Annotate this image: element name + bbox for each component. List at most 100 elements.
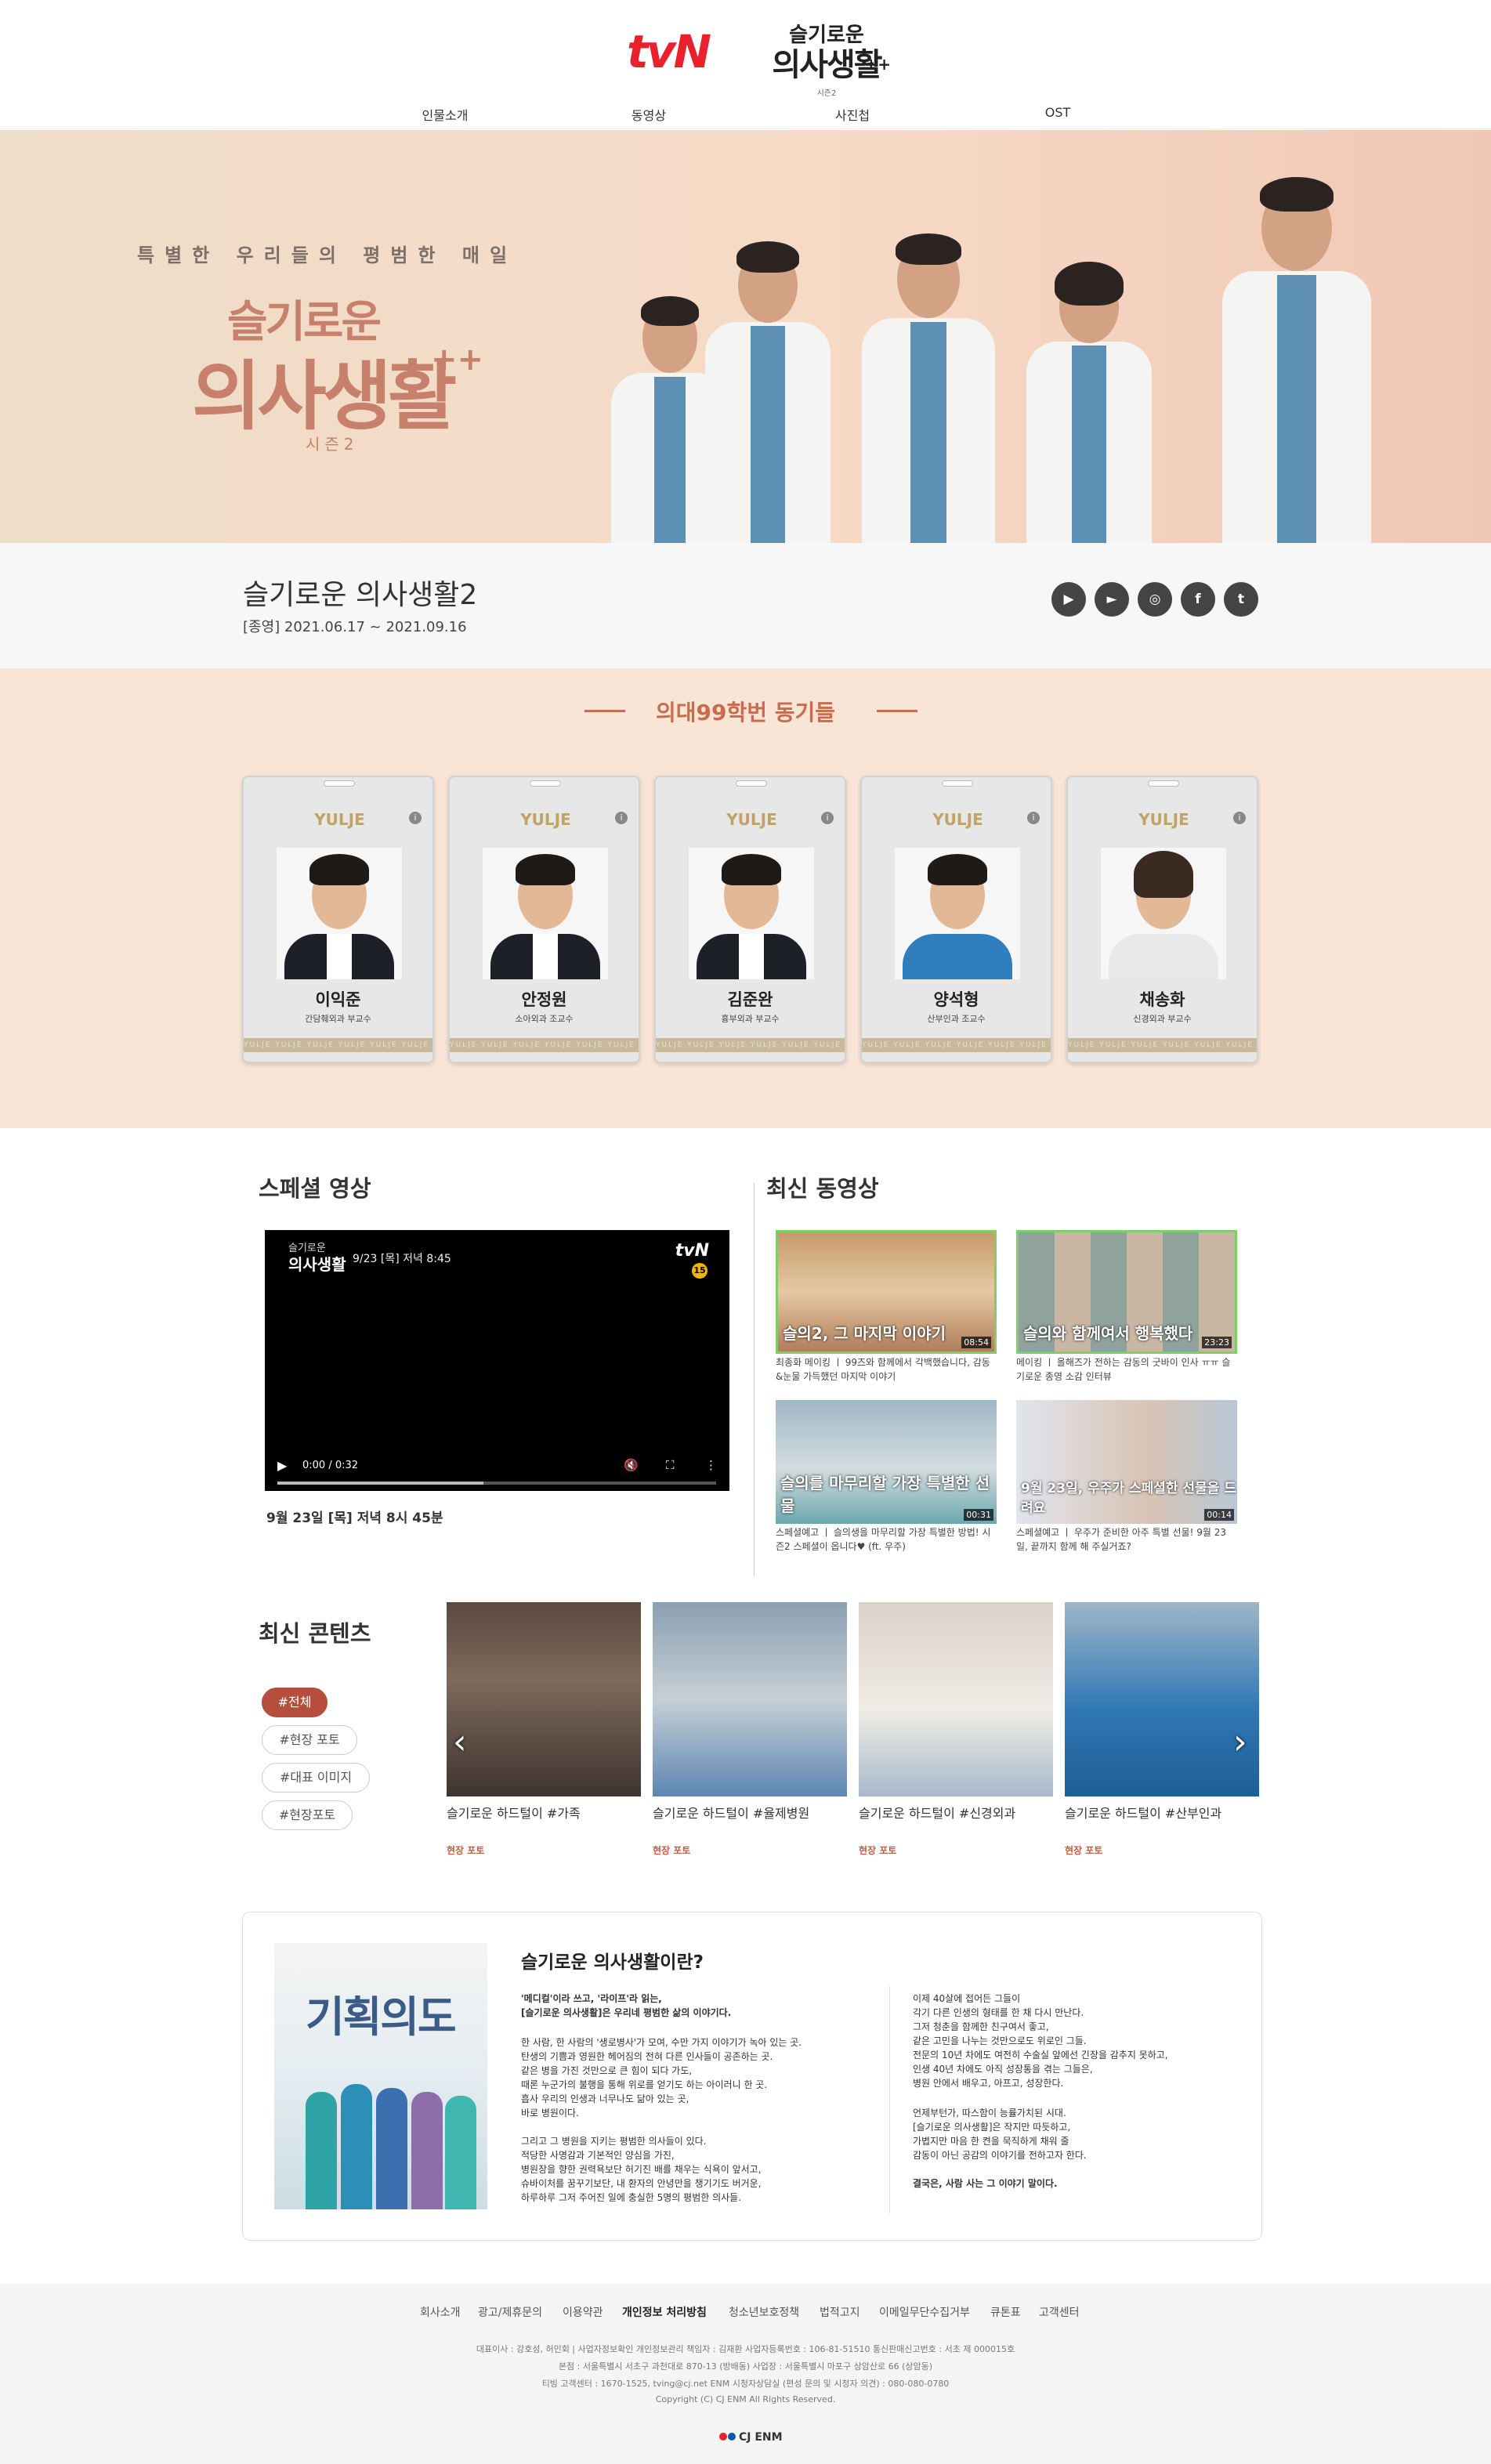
footer-link-terms[interactable]: 이용약관 (563, 2304, 603, 2320)
nav-videos[interactable]: 동영상 (594, 105, 704, 124)
content-category: 현장 포토 (653, 1845, 691, 1856)
hero-doctor-3 (862, 216, 995, 543)
video-caption[interactable]: 최종화 메이킹 ㅣ 99즈와 함께에서 각백했습니다, 감동&눈물 가득했던 마… (776, 1355, 997, 1387)
cast-card[interactable]: YULJE i 안정원 소아외과 조교수 YULJE YULJE YULJE Y… (448, 776, 640, 1063)
video-duration: 00:31 (964, 1509, 993, 1521)
youtube-icon[interactable]: ► (1095, 582, 1129, 617)
about-divider (889, 1986, 890, 2213)
footer-link-legal[interactable]: 법적고지 (820, 2304, 860, 2320)
cast-card[interactable]: YULJE i 양석형 산부인과 조교수 YULJE YULJE YULJE Y… (860, 776, 1052, 1063)
hospital-logo: YULJE (314, 810, 365, 829)
cast-name: 이익준 (315, 990, 361, 1009)
facebook-icon[interactable]: f (1181, 582, 1215, 617)
show-date: [종영] 2021.06.17 ~ 2021.09.16 (243, 619, 467, 635)
video-thumbnail[interactable]: 슬의와 함께여서 행복했다 23:23 (1016, 1230, 1237, 1354)
cast-photo (895, 848, 1020, 979)
mute-icon[interactable]: 🔇 (624, 1458, 639, 1472)
badge-clip (530, 780, 561, 787)
footer-link-youth[interactable]: 청소년보호정책 (729, 2304, 799, 2320)
cast-role: 신경외과 부교수 (1133, 1014, 1192, 1024)
hospital-logo: YULJE (932, 810, 983, 829)
video-thumbnail[interactable]: 슬의를 마무리할 가장 특별한 선물 00:31 (776, 1400, 997, 1524)
cast-role: 흉부외과 부교수 (721, 1014, 780, 1024)
content-title[interactable]: 슬기로운 하드털이 #율제병원 (653, 1803, 847, 1822)
nav-cast[interactable]: 인물소개 (390, 105, 500, 124)
footer-link-ads[interactable]: 광고/제휴문의 (478, 2304, 542, 2320)
footer-link-email[interactable]: 이메일무단수집거부 (879, 2304, 970, 2320)
player-logo-line2: 의사생활 (288, 1255, 346, 1274)
content-image[interactable] (653, 1602, 847, 1796)
content-title[interactable]: 슬기로운 하드털이 #산부인과 (1065, 1803, 1259, 1822)
show-logo-plus: ++ (864, 55, 891, 74)
content-image[interactable] (1065, 1602, 1259, 1796)
about-intro: '메디컬'이라 쓰고, '라이프'라 읽는, [슬기로운 의사생활]은 우리네 … (521, 1993, 732, 2018)
content-title[interactable]: 슬기로운 하드털이 #가족 (447, 1803, 641, 1822)
site-header: tvN 슬기로운 의사생활 ++ 시즌2 인물소개 동영상 사진첩 OST (0, 0, 1491, 129)
video-player[interactable]: 슬기로운 의사생활 9/23 [목] 저녁 8:45 tvN 15 ▶ 0:00… (265, 1230, 729, 1491)
tvn-logo[interactable]: tvN (627, 25, 711, 78)
nav-photos[interactable]: 사진첩 (798, 105, 907, 124)
video-duration: 00:14 (1204, 1509, 1234, 1521)
footer-link-company[interactable]: 회사소개 (420, 2304, 461, 2320)
filter-main-image[interactable]: #대표 이미지 (262, 1763, 370, 1793)
cast-role: 간담췌외과 부교수 (305, 1014, 371, 1024)
cast-card[interactable]: YULJE i 이익준 간담췌외과 부교수 YULJE YULJE YULJE … (242, 776, 434, 1063)
main-nav: 인물소개 동영상 사진첩 OST (0, 102, 1491, 128)
info-icon[interactable]: i (409, 812, 422, 824)
video-caption[interactable]: 메이킹 ㅣ 올해즈가 전하는 감동의 굿바이 인사 ㅠㅠ 슬기로운 종영 소감 … (1016, 1355, 1237, 1387)
content-image[interactable] (447, 1602, 641, 1796)
content-category: 현장 포토 (1065, 1845, 1103, 1856)
hero-doctor-5 (1222, 154, 1371, 543)
hero-doctor-2 (705, 224, 831, 543)
filter-field-photo[interactable]: #현장 포토 (262, 1725, 357, 1755)
cj-enm-logo[interactable]: CJ ENM (719, 2431, 783, 2444)
badge-band: YULJE YULJE YULJE YULJE YULJE YULJE YULJ… (244, 1038, 432, 1052)
special-video-heading: 스페셜 영상 (259, 1175, 371, 1202)
hero-title-line2: 의사생활 (192, 353, 457, 440)
cast-heading: 의대99학번 동기들 (655, 700, 836, 725)
about-left-paragraph-2: 그리고 그 병원을 지키는 평범한 의사들이 있다. 적당한 사명감과 기본적인… (521, 2136, 762, 2203)
video-thumbnail[interactable]: 9월 23일, 우주가 스페셜한 선물을 드려요 00:14 (1016, 1400, 1237, 1524)
show-logo[interactable]: 슬기로운 의사생활 ++ 시즌2 (772, 24, 891, 98)
carousel-next-icon[interactable]: › (1233, 1722, 1247, 1762)
footer-link-schedule[interactable]: 큐톤표 (990, 2304, 1021, 2320)
video-caption[interactable]: 스페셜예고 ㅣ 슬의생을 마무리할 가장 특별한 방법! 시즌2 스페셜이 옵니… (776, 1525, 997, 1557)
video-caption[interactable]: 스페셜예고 ㅣ 우주가 준비한 아주 특별 선물! 9월 23일, 끝까지 함께… (1016, 1525, 1237, 1557)
hero-title-plus: ++ (431, 342, 484, 378)
nav-ost[interactable]: OST (1003, 105, 1113, 120)
planning-poster: 기획의도 (274, 1943, 487, 2209)
carousel-prev-icon[interactable]: ‹ (453, 1722, 467, 1762)
cast-role: 소아외과 조교수 (515, 1014, 574, 1024)
age-rating-badge: 15 (692, 1263, 708, 1279)
badge-clip (942, 780, 973, 787)
content-image[interactable] (859, 1602, 1053, 1796)
twitter-icon[interactable]: t (1224, 582, 1258, 617)
cast-photo (483, 848, 608, 979)
info-icon[interactable]: i (821, 812, 834, 824)
badge-band: YULJE YULJE YULJE YULJE YULJE YULJE YULJ… (1068, 1038, 1257, 1052)
play-icon[interactable]: ▶ (277, 1458, 287, 1473)
info-icon[interactable]: i (1027, 812, 1040, 824)
filter-all[interactable]: #전체 (262, 1688, 328, 1717)
info-icon[interactable]: i (615, 812, 628, 824)
instagram-icon[interactable]: ◎ (1138, 582, 1172, 617)
tving-icon[interactable]: ▶ (1051, 582, 1086, 617)
fullscreen-icon[interactable]: ⛶ (666, 1458, 675, 1472)
progress-bar[interactable] (277, 1482, 716, 1485)
hero-tagline: 특별한 우리들의 평범한 매일 (137, 244, 518, 266)
cast-name: 김준완 (727, 990, 773, 1009)
cast-card[interactable]: YULJE i 김준완 흉부외과 부교수 YULJE YULJE YULJE Y… (654, 776, 846, 1063)
player-controls: ▶ 0:00 / 0:32 🔇 ⛶ ⋮ (265, 1452, 729, 1491)
badge-clip (1148, 780, 1179, 787)
cast-card[interactable]: YULJE i 채송화 신경외과 부교수 YULJE YULJE YULJE Y… (1066, 776, 1258, 1063)
footer-link-privacy[interactable]: 개인정보 처리방침 (622, 2304, 707, 2320)
content-title[interactable]: 슬기로운 하드털이 #신경외과 (859, 1803, 1053, 1822)
filter-field-photo-2[interactable]: #현장포토 (262, 1800, 353, 1830)
badge-band: YULJE YULJE YULJE YULJE YULJE YULJE YULJ… (862, 1038, 1051, 1052)
video-thumbnail[interactable]: 슬의2, 그 마지막 이야기 08:54 (776, 1230, 997, 1354)
info-icon[interactable]: i (1233, 812, 1246, 824)
cast-role: 산부인과 조교수 (927, 1014, 986, 1024)
footer-link-support[interactable]: 고객센터 (1039, 2304, 1080, 2320)
poster-title: 기획의도 (306, 1992, 457, 2042)
more-icon[interactable]: ⋮ (705, 1458, 717, 1472)
